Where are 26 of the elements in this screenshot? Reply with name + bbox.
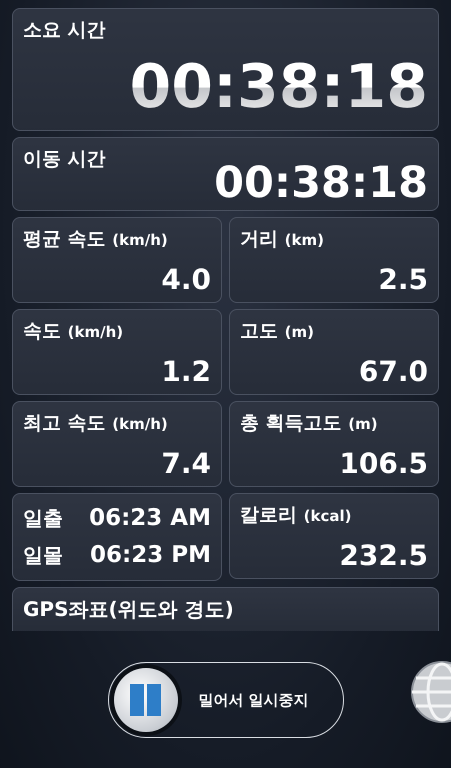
sun-time: 06:23 PM [90, 542, 211, 568]
stat-value: 1.2 [161, 358, 211, 386]
sun-label: 일출 [23, 505, 63, 532]
stat-label: 칼로리 (kcal) [240, 503, 352, 528]
moving-time-value: 00:38:18 [214, 162, 428, 205]
total-time-label: 소요 시간 [23, 18, 106, 43]
stat-value: 67.0 [358, 358, 428, 386]
stat-value: 106.5 [339, 450, 428, 478]
stat-label: 거리 (km) [240, 227, 324, 252]
pause-button[interactable]: 밀어서 일시중지 [108, 662, 344, 738]
gps-label: GPS좌표(위도와 경도) [23, 597, 234, 621]
stat-label: 평균 속도 (km/h) [23, 227, 168, 252]
stat-value: 4.0 [161, 266, 211, 294]
moving-time-label: 이동 시간 [23, 147, 106, 172]
sun-time: 06:23 AM [89, 505, 211, 531]
stat-value: 2.5 [378, 266, 428, 294]
sun-label: 일몰 [23, 542, 63, 569]
stat-value: 7.4 [161, 450, 211, 478]
stat-label: 속도 (km/h) [23, 319, 124, 344]
stat-label: 최고 속도 (km/h) [23, 411, 168, 436]
pause-handle[interactable] [114, 668, 178, 732]
pause-label: 밀어서 일시중지 [198, 690, 309, 710]
stat-value: 232.5 [339, 542, 428, 570]
stat-label: 고도 (m) [240, 319, 314, 344]
globe-icon[interactable] [410, 660, 451, 724]
stat-label: 총 획득고도 (m) [240, 411, 378, 436]
